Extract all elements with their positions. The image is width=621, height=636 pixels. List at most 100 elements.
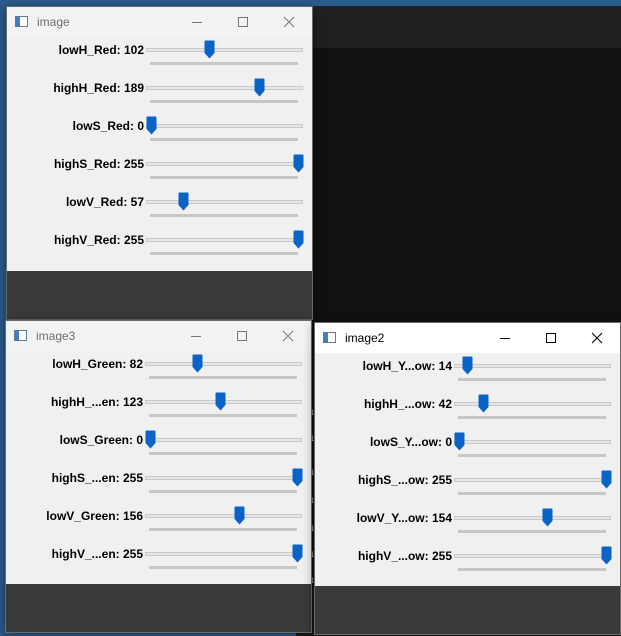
slider-thumb[interactable] (293, 154, 304, 173)
trackbar-row: highV_...en: 255 (6, 541, 311, 579)
slider-track[interactable] (145, 438, 302, 442)
slider-track[interactable] (454, 478, 611, 482)
slider-track[interactable] (146, 48, 303, 52)
minimize-button[interactable] (482, 323, 528, 353)
slider-tick-bar (458, 378, 606, 381)
close-button[interactable] (574, 323, 620, 353)
close-icon (283, 16, 295, 28)
slider-tick-bar (150, 62, 298, 65)
slider-thumb[interactable] (204, 40, 215, 59)
slider-thumb[interactable] (192, 354, 203, 373)
slider-thumb[interactable] (462, 356, 473, 375)
slider-tick-bar (458, 454, 606, 457)
trackbar-row: highS_...en: 255 (6, 465, 311, 503)
slider-tick-bar (149, 490, 297, 493)
trackbar-row: lowS_Green: 0 (6, 427, 311, 465)
slider-thumb[interactable] (178, 192, 189, 211)
trackbar-panel: lowH_Y...ow: 14 highH_...ow: 42 lowS_Y...o… (315, 353, 620, 581)
window-title: image (37, 15, 70, 29)
slider-track[interactable] (146, 86, 303, 90)
slider-track[interactable] (454, 516, 611, 520)
maximize-button[interactable] (528, 323, 574, 353)
slider-thumb[interactable] (145, 430, 156, 449)
trackbar-label: highS_Red: 255 (53, 157, 144, 171)
trackbar-row: highV_...ow: 255 (315, 543, 620, 581)
trackbar-row: highV_Red: 255 (7, 227, 312, 265)
slider-track[interactable] (146, 238, 303, 242)
slider-tick-bar (150, 214, 298, 217)
trackbar-row: lowS_Red: 0 (7, 113, 312, 151)
slider-track[interactable] (454, 554, 611, 558)
slider-thumb[interactable] (215, 392, 226, 411)
slider-track[interactable] (145, 362, 302, 366)
trackbar-label: lowS_Green: 0 (59, 433, 143, 447)
maximize-icon (238, 17, 248, 27)
trackbar-label: lowS_Red: 0 (72, 119, 144, 133)
slider-tick-bar (150, 100, 298, 103)
trackbar-label: highV_Red: 255 (53, 233, 144, 247)
slider-thumb[interactable] (293, 230, 304, 249)
app-window-icon (323, 332, 336, 343)
trackbar-row: highS_Red: 255 (7, 151, 312, 189)
slider-track[interactable] (454, 364, 611, 368)
window-image3[interactable]: image3 lowH_Green: 82 highH_...en: 123 low… (5, 320, 312, 633)
slider-thumb[interactable] (146, 116, 157, 135)
slider-thumb[interactable] (254, 78, 265, 97)
minimize-icon (500, 338, 510, 339)
slider-tick-bar (149, 452, 297, 455)
trackbar-row: lowV_Green: 156 (6, 503, 311, 541)
trackbar-label: lowH_Red: 102 (58, 43, 144, 57)
minimize-icon (191, 336, 201, 337)
trackbar-row: lowH_Red: 102 (7, 37, 312, 75)
trackbar-label: highV_...en: 255 (51, 547, 143, 561)
close-icon (282, 330, 294, 342)
slider-thumb[interactable] (454, 432, 465, 451)
slider-thumb[interactable] (601, 470, 612, 489)
trackbar-row: lowV_Y...ow: 154 (315, 505, 620, 543)
window-image2[interactable]: image2 lowH_Y...ow: 14 highH_...ow: 42 low… (314, 322, 621, 635)
trackbar-label: highH_...en: 123 (50, 395, 143, 409)
slider-thumb[interactable] (234, 506, 245, 525)
slider-track[interactable] (146, 200, 303, 204)
trackbar-label: highS_...ow: 255 (357, 473, 452, 487)
trackbar-row: lowV_Red: 57 (7, 189, 312, 227)
slider-track[interactable] (145, 552, 302, 556)
slider-track[interactable] (146, 162, 303, 166)
slider-tick-bar (150, 252, 298, 255)
trackbar-label: highH_...ow: 42 (363, 397, 452, 411)
close-button[interactable] (265, 321, 311, 351)
image-area (7, 271, 312, 319)
titlebar[interactable]: image3 (6, 321, 311, 351)
slider-track[interactable] (145, 514, 302, 518)
trackbar-row: lowH_Green: 82 (6, 351, 311, 389)
slider-track[interactable] (146, 124, 303, 128)
trackbar-row: lowH_Y...ow: 14 (315, 353, 620, 391)
minimize-button[interactable] (174, 7, 220, 37)
slider-tick-bar (150, 138, 298, 141)
maximize-button[interactable] (219, 321, 265, 351)
slider-tick-bar (458, 416, 606, 419)
close-button[interactable] (266, 7, 312, 37)
slider-thumb[interactable] (292, 544, 303, 563)
trackbar-row: highS_...ow: 255 (315, 467, 620, 505)
slider-track[interactable] (454, 440, 611, 444)
trackbar-label: lowV_Y...ow: 154 (356, 511, 452, 525)
app-window-icon (14, 330, 27, 341)
trackbar-label: lowH_Y...ow: 14 (362, 359, 452, 373)
trackbar-row: lowS_Y...ow: 0 (315, 429, 620, 467)
trackbar-label: lowV_Green: 156 (46, 509, 143, 523)
maximize-button[interactable] (220, 7, 266, 37)
titlebar[interactable]: image (7, 7, 312, 37)
slider-thumb[interactable] (478, 394, 489, 413)
slider-thumb[interactable] (292, 468, 303, 487)
minimize-button[interactable] (173, 321, 219, 351)
titlebar[interactable]: image2 (315, 323, 620, 353)
slider-thumb[interactable] (542, 508, 553, 527)
slider-tick-bar (150, 176, 298, 179)
trackbar-panel: lowH_Red: 102 highH_Red: 189 lowS_Red: 0 hi… (7, 37, 312, 265)
close-icon (591, 332, 603, 344)
trackbar-label: lowS_Y...ow: 0 (369, 435, 452, 449)
slider-thumb[interactable] (601, 546, 612, 565)
slider-track[interactable] (145, 476, 302, 480)
window-image[interactable]: image lowH_Red: 102 highH_Red: 189 lowS_Re… (6, 6, 313, 320)
